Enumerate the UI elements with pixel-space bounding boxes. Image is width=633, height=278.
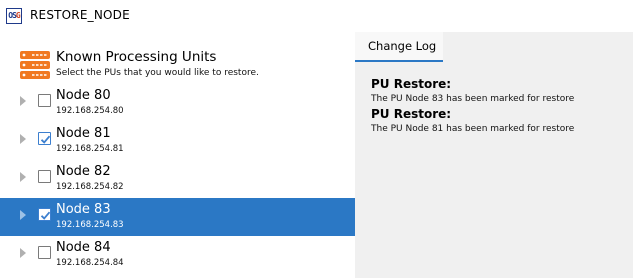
pu-tree-row[interactable]: Node 84 192.168.254.84 <box>0 236 355 274</box>
pu-tree-row[interactable]: Node 83 192.168.254.83 <box>0 198 355 236</box>
expand-arrow-icon[interactable] <box>20 134 26 144</box>
node-name: Node 82 <box>56 164 111 179</box>
tab-label: Change Log <box>368 39 437 53</box>
change-log: PU Restore: The PU Node 83 has been mark… <box>371 76 631 136</box>
title-bar: OSG RESTORE_NODE <box>0 0 633 32</box>
expand-arrow-icon[interactable] <box>20 210 26 220</box>
pu-tree-row[interactable]: Node 82 192.168.254.82 <box>0 160 355 198</box>
server-icon <box>20 51 50 79</box>
node-name: Node 80 <box>56 88 111 103</box>
tab-strip: Change Log <box>355 32 633 62</box>
expand-arrow-icon[interactable] <box>20 248 26 258</box>
node-ip-address: 192.168.254.80 <box>56 106 124 116</box>
node-name: Node 84 <box>56 240 111 255</box>
log-entry: PU Restore: The PU Node 83 has been mark… <box>371 76 631 106</box>
pu-list-panel: Known Processing Units Select the PUs th… <box>0 32 355 278</box>
node-ip-address: 192.168.254.83 <box>56 220 124 230</box>
expand-arrow-icon[interactable] <box>20 172 26 182</box>
checkmark-icon <box>40 211 51 220</box>
node-name: Node 83 <box>56 202 111 217</box>
node-checkbox[interactable] <box>38 94 51 107</box>
log-entry: PU Restore: The PU Node 81 has been mark… <box>371 106 631 136</box>
log-entry-message: The PU Node 83 has been marked for resto… <box>371 94 575 104</box>
node-ip-address: 192.168.254.82 <box>56 182 124 192</box>
app-logo-icon: OSG <box>6 8 22 24</box>
window-title: RESTORE_NODE <box>30 8 130 22</box>
node-ip-address: 192.168.254.81 <box>56 144 124 154</box>
node-name: Node 81 <box>56 126 111 141</box>
checkmark-icon <box>40 135 51 144</box>
node-checkbox[interactable] <box>38 170 51 183</box>
pu-list-title: Known Processing Units <box>56 49 217 65</box>
log-entry-heading: PU Restore: <box>371 107 452 121</box>
expand-arrow-icon[interactable] <box>20 96 26 106</box>
node-checkbox[interactable] <box>38 132 51 145</box>
node-ip-address: 192.168.254.84 <box>56 258 124 268</box>
pu-tree-row[interactable]: Node 80 192.168.254.80 <box>0 84 355 122</box>
log-entry-heading: PU Restore: <box>371 77 452 91</box>
pu-tree-row[interactable]: Node 81 192.168.254.81 <box>0 122 355 160</box>
change-log-panel: Change Log PU Restore: The PU Node 83 ha… <box>355 32 633 278</box>
node-checkbox[interactable] <box>38 208 51 221</box>
pu-list-instructions: Select the PUs that you would like to re… <box>56 68 259 78</box>
log-entry-message: The PU Node 81 has been marked for resto… <box>371 124 575 134</box>
node-checkbox[interactable] <box>38 246 51 259</box>
tab-change-log[interactable]: Change Log <box>355 32 443 62</box>
pu-list-header: Known Processing Units Select the PUs th… <box>19 49 349 84</box>
